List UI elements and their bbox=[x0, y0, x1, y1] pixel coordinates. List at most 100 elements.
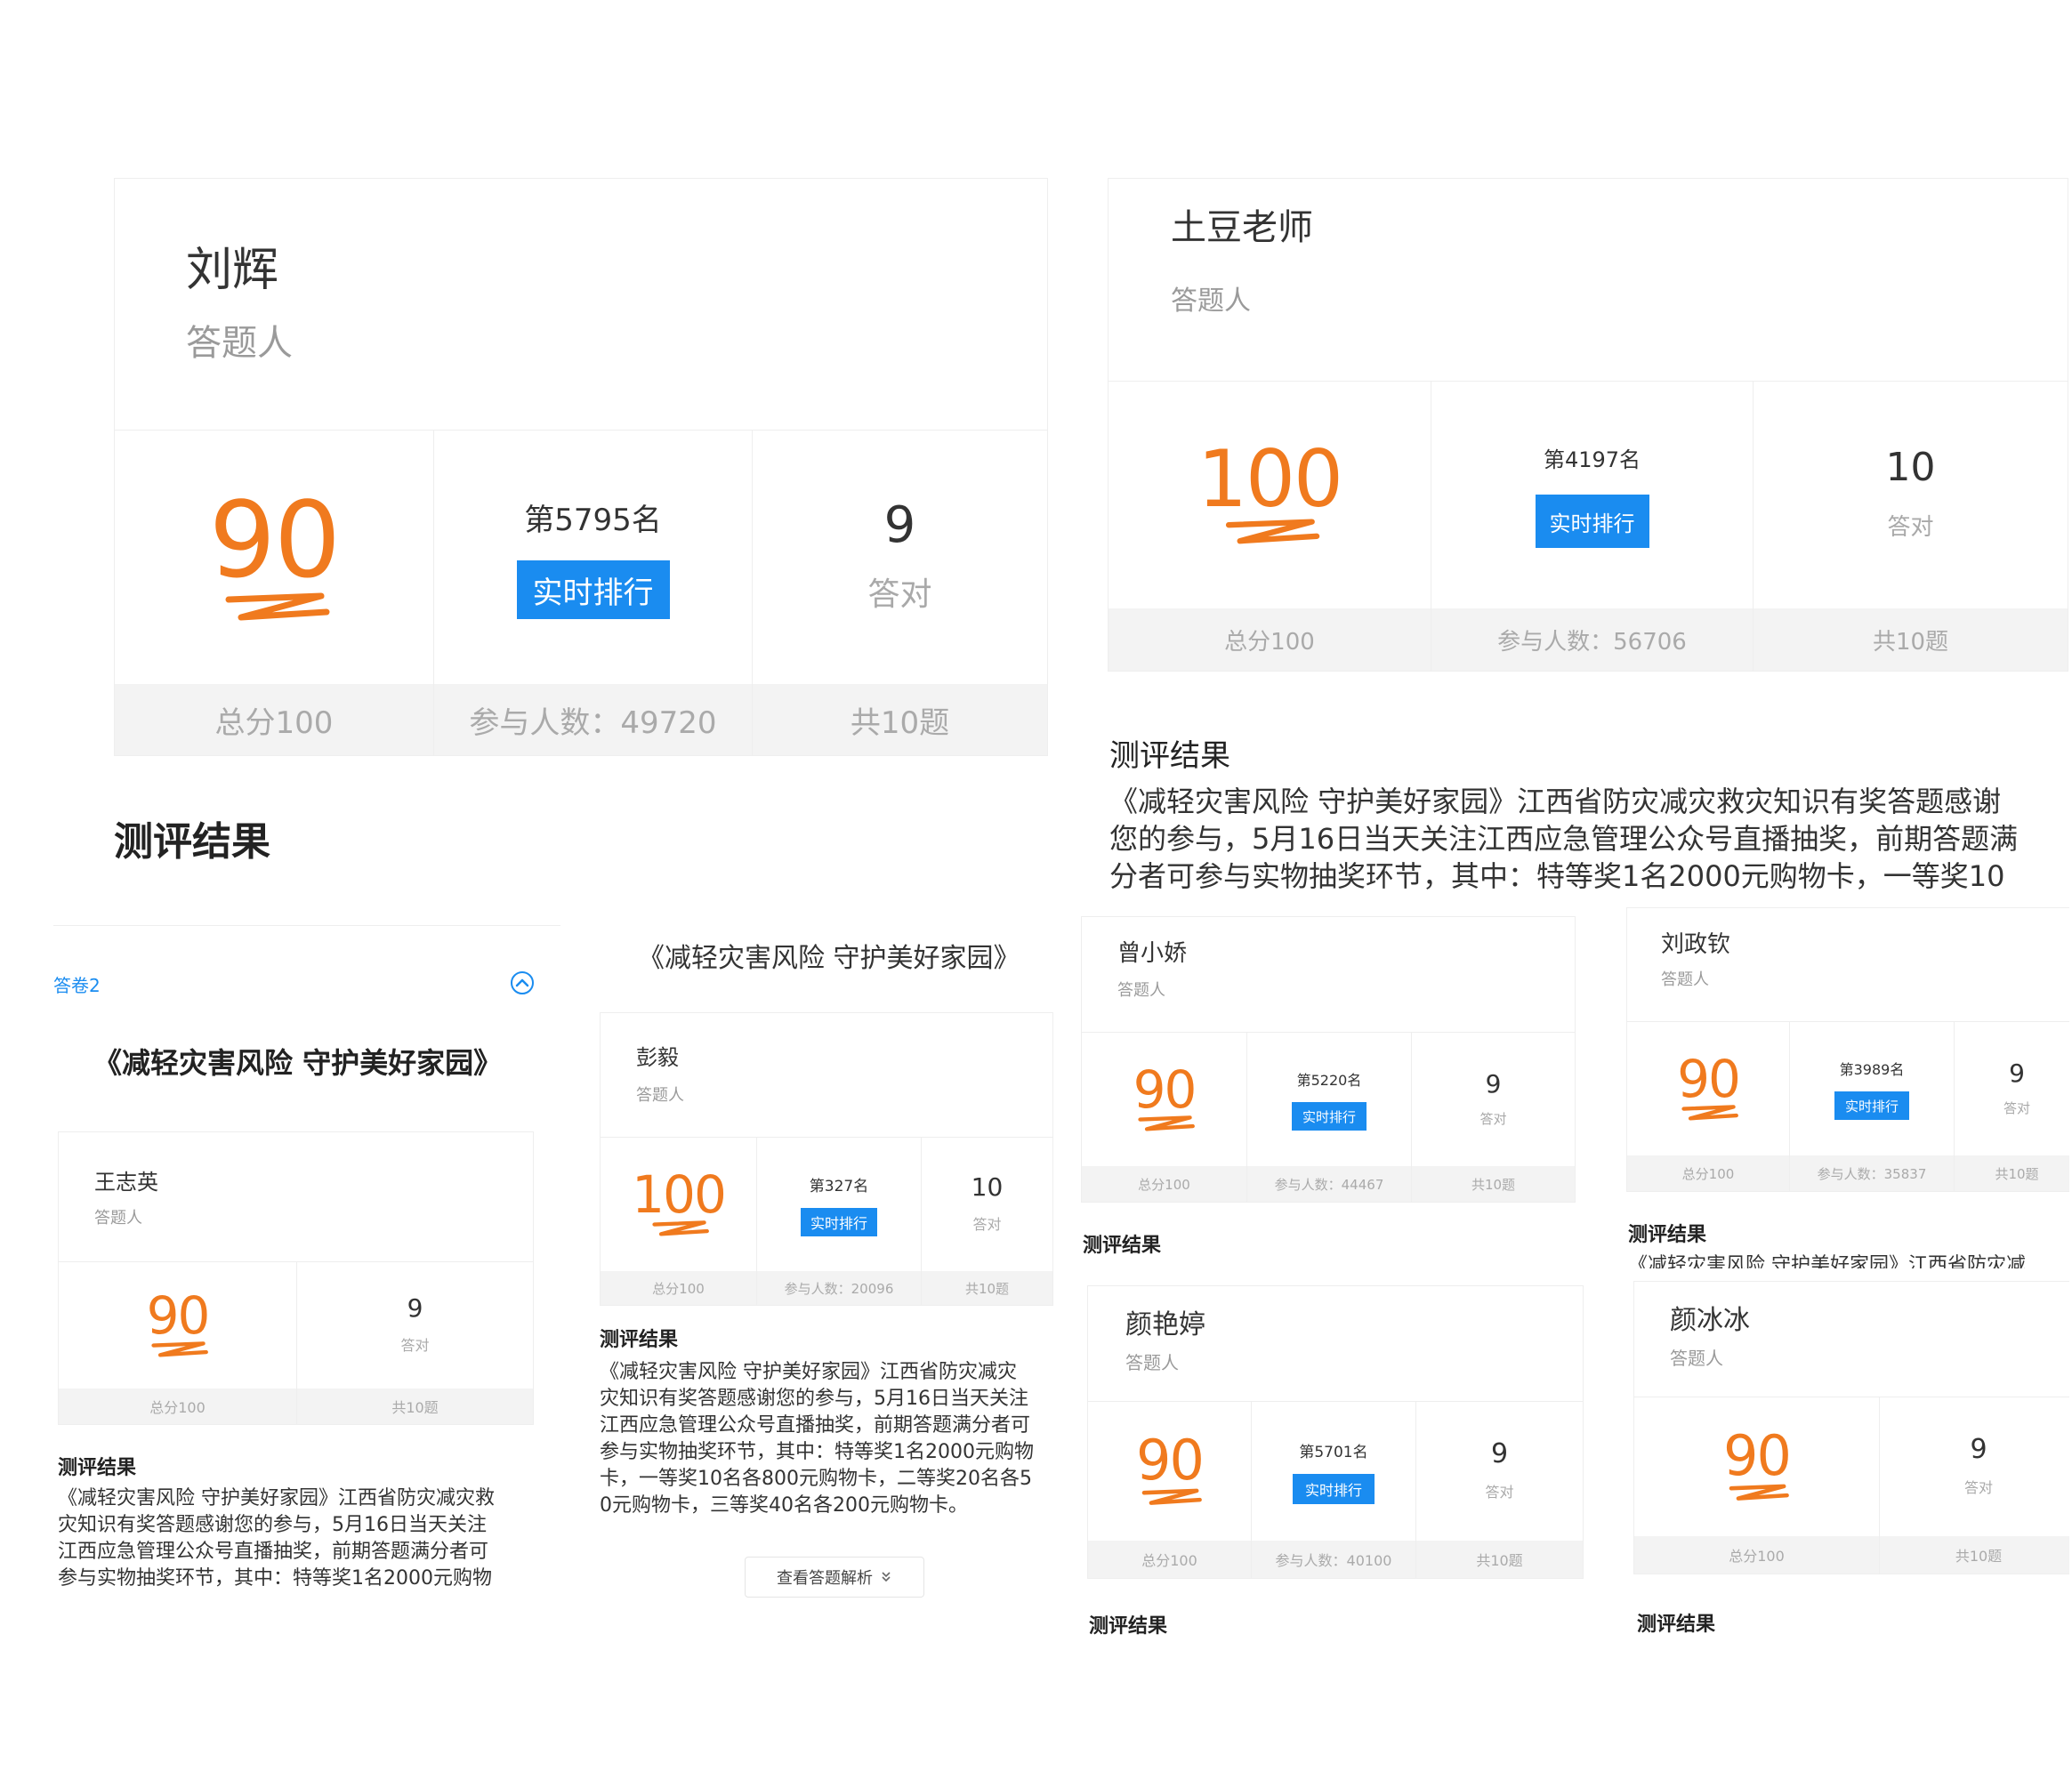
total-questions: 共10题 bbox=[922, 1271, 1052, 1305]
participants-count: 参与人数：49720 bbox=[434, 684, 752, 755]
correct-count: 10 bbox=[1885, 445, 1936, 490]
result-description: 《减轻灾害风险 守护美好家园》江西省防灾减灾 灾知识有奖答题感谢您的参与，5月1… bbox=[600, 1359, 1053, 1528]
result-panel-yanbingbing: 颜冰冰 答题人 90 总分100 9 答对 共10题 测评结果 bbox=[1633, 1281, 2069, 1646]
description-line: 卡，一等奖10名各800元购物卡，二等奖20名各5 bbox=[600, 1468, 1032, 1490]
stats-grid: 90 总分100 9 答对 共10题 bbox=[59, 1261, 533, 1424]
answerer-card: 刘政钦 答题人 90 总分100 第3989名 实时排行 参与人数：35837 … bbox=[1626, 907, 2069, 1192]
answerer-name: 刘辉 bbox=[186, 244, 279, 297]
answerer-name: 彭毅 bbox=[636, 1045, 679, 1070]
view-analysis-link[interactable]: 查看答题解析 bbox=[745, 1557, 924, 1598]
correct-count: 9 bbox=[407, 1293, 423, 1323]
participants-count: 参与人数：35837 bbox=[1790, 1155, 1954, 1191]
total-questions: 共10题 bbox=[1416, 1541, 1583, 1578]
view-analysis-label: 查看答题解析 bbox=[777, 1569, 873, 1588]
score-total: 总分100 bbox=[1109, 608, 1431, 671]
answerer-name: 王志英 bbox=[94, 1170, 158, 1195]
score-total: 总分100 bbox=[1088, 1541, 1251, 1578]
correct-column: 9 答对 共10题 bbox=[1411, 1033, 1575, 1202]
correct-count: 9 bbox=[883, 495, 916, 554]
realtime-ranking-button[interactable]: 实时排行 bbox=[801, 1207, 877, 1236]
answer-sheet-tab[interactable]: 答卷2 bbox=[53, 971, 101, 997]
result-panel-yanyanting: 颜艳婷 答题人 90 总分100 第5701名 实时排行 参与人数：40100 … bbox=[1087, 1285, 1587, 1650]
description-line: 《减轻灾害风险 守护美好家园》江西省防灾减灾救灾知识有奖答题感谢 bbox=[1109, 785, 2002, 818]
total-questions: 共10题 bbox=[297, 1389, 533, 1424]
orange-swoosh-icon bbox=[1141, 1488, 1202, 1505]
answerer-name: 颜艳婷 bbox=[1125, 1309, 1205, 1340]
quiz-title: 《减轻灾害风险 守护美好家园》 bbox=[93, 1046, 503, 1080]
correct-label: 答对 bbox=[1887, 514, 1934, 541]
result-panel-pengyi: 《减轻灾害风险 守护美好家园》 彭毅 答题人 100 总分100 第327名 实… bbox=[598, 925, 1053, 1610]
realtime-ranking-button[interactable]: 实时排行 bbox=[516, 560, 670, 619]
score-total: 总分100 bbox=[1627, 1155, 1789, 1191]
rank-text: 第5220名 bbox=[1296, 1072, 1362, 1089]
score-value: 90 bbox=[1133, 1059, 1197, 1120]
rank-column: 第4197名 实时排行 参与人数：56706 bbox=[1431, 382, 1753, 671]
total-questions: 共10题 bbox=[1880, 1536, 2069, 1574]
answerer-role: 答题人 bbox=[1125, 1352, 1179, 1373]
answerer-name: 刘政钦 bbox=[1661, 931, 1731, 958]
chevron-up-circle-icon[interactable] bbox=[509, 970, 536, 996]
score-column: 90 总分100 bbox=[115, 431, 433, 755]
correct-column: 9 答对 共10题 bbox=[296, 1262, 533, 1424]
answerer-name: 土豆老师 bbox=[1171, 207, 1313, 248]
total-questions: 共10题 bbox=[1955, 1155, 2069, 1191]
score-column: 90 总分100 bbox=[59, 1262, 296, 1424]
score-column: 100 总分100 bbox=[1109, 382, 1431, 671]
correct-label: 答对 bbox=[400, 1337, 430, 1354]
orange-swoosh-icon bbox=[651, 1220, 709, 1236]
section-title: 测评结果 bbox=[1083, 1235, 1162, 1257]
score-value: 90 bbox=[146, 1285, 211, 1346]
stats-grid: 90 总分100 第3989名 实时排行 参与人数：35837 9 答对 共10… bbox=[1627, 1021, 2069, 1191]
section-title: 测评结果 bbox=[1089, 1615, 1168, 1638]
rank-column: 第5701名 实时排行 参与人数：40100 bbox=[1251, 1402, 1415, 1578]
rank-column: 第327名 实时排行 参与人数：20096 bbox=[756, 1138, 921, 1305]
answerer-card: 彭毅 答题人 100 总分100 第327名 实时排行 参与人数：20096 1… bbox=[600, 1012, 1053, 1306]
description-line: 参与实物抽奖环节，其中：特等奖1名2000元购物 bbox=[600, 1441, 1034, 1463]
realtime-ranking-button[interactable]: 实时排行 bbox=[1834, 1091, 1909, 1120]
result-panel-liuzhengqin: 刘政钦 答题人 90 总分100 第3989名 实时排行 参与人数：35837 … bbox=[1626, 907, 2069, 1272]
answerer-role: 答题人 bbox=[94, 1209, 142, 1228]
answerer-role: 答题人 bbox=[1171, 286, 1251, 317]
realtime-ranking-button[interactable]: 实时排行 bbox=[1293, 1473, 1375, 1504]
stats-grid: 100 总分100 第327名 实时排行 参与人数：20096 10 答对 共1… bbox=[601, 1137, 1052, 1305]
orange-swoosh-icon bbox=[1225, 518, 1320, 543]
score-value: 100 bbox=[632, 1164, 727, 1225]
correct-count: 9 bbox=[1490, 1438, 1509, 1469]
rank-text: 第327名 bbox=[809, 1177, 869, 1195]
description-line: 分者可参与实物抽奖环节，其中：特等奖1名2000元购物卡，一等奖10 bbox=[1109, 859, 2005, 893]
answerer-name: 曾小娇 bbox=[1117, 940, 1188, 967]
rank-text: 第5701名 bbox=[1299, 1443, 1368, 1461]
score-value: 90 bbox=[208, 478, 341, 601]
score-value: 90 bbox=[1677, 1049, 1741, 1109]
correct-count: 9 bbox=[1970, 1434, 1987, 1465]
orange-swoosh-icon bbox=[1681, 1105, 1738, 1121]
answerer-card: 土豆老师 答题人 100 总分100 第4197名 实时排行 参与人数：5670… bbox=[1108, 178, 2068, 672]
score-column: 90 总分100 bbox=[1634, 1397, 1879, 1574]
answerer-name: 颜冰冰 bbox=[1670, 1305, 1750, 1336]
description-line: 《减轻灾害风险 守护美好家园》江西省防灾减 bbox=[1628, 1254, 2026, 1268]
score-column: 90 总分100 bbox=[1082, 1033, 1246, 1202]
rank-text: 第4197名 bbox=[1543, 447, 1641, 472]
orange-swoosh-icon bbox=[150, 1341, 208, 1357]
answerer-role: 答题人 bbox=[186, 323, 293, 364]
description-line: 0元购物卡，三等奖40名各200元购物卡。 bbox=[600, 1494, 968, 1517]
score-total: 总分100 bbox=[1634, 1536, 1879, 1574]
correct-label: 答对 bbox=[1479, 1110, 1507, 1127]
rank-column: 第3989名 实时排行 参与人数：35837 bbox=[1789, 1022, 1954, 1191]
section-title: 测评结果 bbox=[600, 1329, 679, 1351]
realtime-ranking-button[interactable]: 实时排行 bbox=[1292, 1102, 1367, 1131]
correct-column: 9 答对 共10题 bbox=[1954, 1022, 2069, 1191]
correct-label: 答对 bbox=[867, 576, 932, 613]
correct-count: 9 bbox=[1485, 1068, 1502, 1099]
realtime-ranking-button[interactable]: 实时排行 bbox=[1535, 495, 1649, 548]
description-line: 《减轻灾害风险 守护美好家园》江西省防灾减灾救 bbox=[58, 1487, 495, 1509]
correct-label: 答对 bbox=[1485, 1484, 1514, 1501]
score-column: 100 总分100 bbox=[601, 1138, 756, 1305]
description-line: 江西应急管理公众号直播抽奖，前期答题满分者可 bbox=[58, 1541, 489, 1563]
score-total: 总分100 bbox=[1082, 1166, 1246, 1202]
result-panel-tudou: 土豆老师 答题人 100 总分100 第4197名 实时排行 参与人数：5670… bbox=[1108, 178, 2068, 903]
result-description: 《减轻灾害风险 守护美好家园》江西省防灾减灾救 灾知识有奖答题感谢您的参与，5月… bbox=[58, 1485, 556, 1601]
double-chevron-down-icon bbox=[882, 1572, 891, 1582]
score-total: 总分100 bbox=[59, 1389, 296, 1424]
stats-grid: 90 总分100 第5795名 实时排行 参与人数：49720 9 答对 共10… bbox=[115, 430, 1047, 755]
